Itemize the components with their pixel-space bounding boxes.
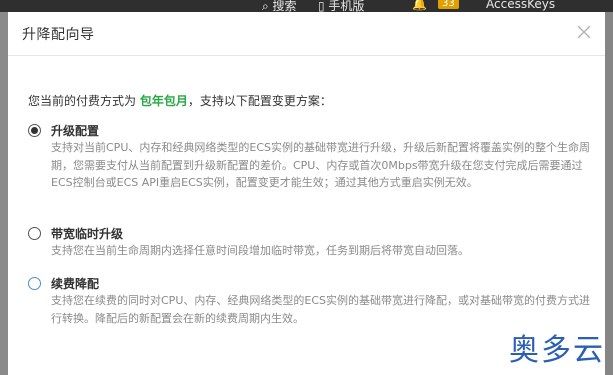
option-title[interactable]: 带宽临时升级 xyxy=(51,225,123,242)
radio-upgrade-config[interactable] xyxy=(28,124,41,137)
background-right-edge xyxy=(605,12,613,375)
option-description: 支持您在续费的同时对CPU、内存、经典网络类型的ECS实例的基础带宽进行降配，或… xyxy=(51,294,590,325)
option-title[interactable]: 升级配置 xyxy=(51,122,99,139)
payment-method-label: 包年包月 xyxy=(139,94,188,108)
bell-icon[interactable]: 🔔 xyxy=(412,0,427,11)
dialog-header: 升降配向导 xyxy=(8,12,605,56)
payment-intro: 您当前的付费方式为 包年包月，支持以下配置变更方案： xyxy=(28,92,332,109)
option-description: 支持您在当前生命周期内选择任意时间段增加临时带宽，任务到期后将带宽自动回落。 xyxy=(51,244,469,257)
intro-suffix: ，支持以下配置变更方案： xyxy=(187,94,332,108)
intro-prefix: 您当前的付费方式为 xyxy=(28,94,137,108)
watermark-logo: 奥多云 xyxy=(509,333,605,368)
background-left-edge xyxy=(0,12,8,375)
close-icon[interactable] xyxy=(575,23,593,41)
radio-renew-downgrade[interactable] xyxy=(28,277,41,290)
radio-temp-bandwidth-upgrade[interactable] xyxy=(28,227,41,240)
option-title[interactable]: 续费降配 xyxy=(51,275,99,292)
upgrade-downgrade-dialog: 升降配向导 您当前的付费方式为 包年包月，支持以下配置变更方案： 升级配置 支持… xyxy=(8,12,605,375)
option-description: 支持对当前CPU、内存和经典网络类型的ECS实例的基础带宽进行升级，升级后新配置… xyxy=(51,141,590,189)
background-topbar: ⌕ 搜索 ▯ 手机版 🔔 33 AccessKeys xyxy=(0,0,613,13)
notification-count-badge: 33 xyxy=(438,0,459,9)
dialog-title: 升降配向导 xyxy=(22,27,95,43)
topbar-accesskeys-link[interactable]: AccessKeys xyxy=(486,0,555,11)
